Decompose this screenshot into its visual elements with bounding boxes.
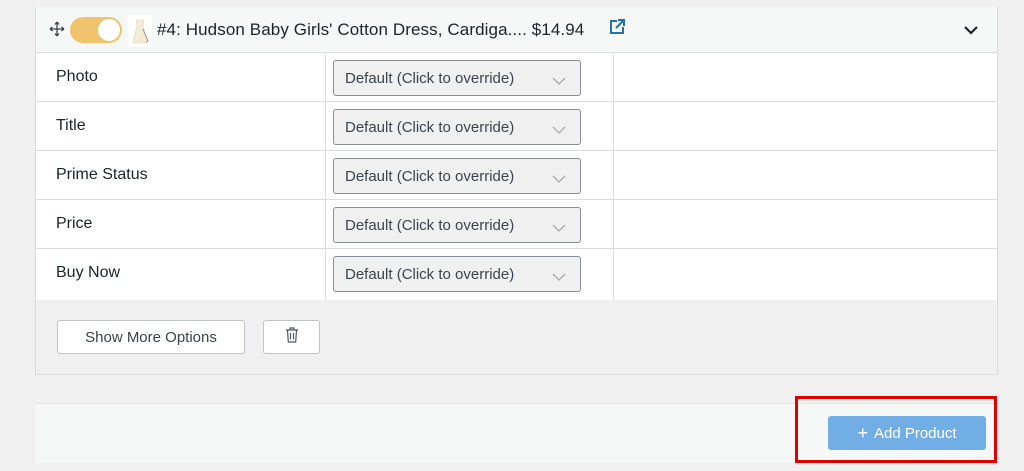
product-thumbnail xyxy=(128,15,152,47)
trash-icon xyxy=(285,326,299,348)
chevron-down-icon xyxy=(552,122,566,134)
option-label: Title xyxy=(56,117,86,134)
move-icon[interactable] xyxy=(49,21,65,37)
chevron-down-icon xyxy=(552,171,566,183)
option-label: Photo xyxy=(56,68,98,85)
chevron-down-icon xyxy=(552,220,566,232)
product-panel: #4: Hudson Baby Girls' Cotton Dress, Car… xyxy=(35,7,998,375)
product-enabled-toggle[interactable] xyxy=(70,17,122,43)
option-row-price: Price Default (Click to override) xyxy=(36,200,997,249)
option-row-title: Title Default (Click to override) xyxy=(36,102,997,151)
chevron-down-icon xyxy=(552,73,566,85)
option-label: Price xyxy=(56,215,93,232)
highlight-box xyxy=(795,396,997,463)
option-row-buy-now: Buy Now Default (Click to override) xyxy=(36,249,997,298)
external-link-icon[interactable] xyxy=(607,17,627,37)
chevron-down-icon xyxy=(552,269,566,281)
select-value: Default (Click to override) xyxy=(345,70,515,87)
display-options-table: Photo Default (Click to override) Title … xyxy=(36,53,997,300)
prime-status-override-select[interactable]: Default (Click to override) xyxy=(333,158,581,194)
option-row-photo: Photo Default (Click to override) xyxy=(36,53,997,102)
toggle-knob xyxy=(98,19,120,41)
product-header: #4: Hudson Baby Girls' Cotton Dress, Car… xyxy=(36,7,997,53)
select-value: Default (Click to override) xyxy=(345,168,515,185)
photo-override-select[interactable]: Default (Click to override) xyxy=(333,60,581,96)
chevron-down-icon[interactable] xyxy=(961,20,981,40)
select-value: Default (Click to override) xyxy=(345,119,515,136)
price-override-select[interactable]: Default (Click to override) xyxy=(333,207,581,243)
option-row-prime-status: Prime Status Default (Click to override) xyxy=(36,151,997,200)
show-more-options-button[interactable]: Show More Options xyxy=(57,320,245,354)
product-title: #4: Hudson Baby Girls' Cotton Dress, Car… xyxy=(157,20,585,39)
select-value: Default (Click to override) xyxy=(345,217,515,234)
buy-now-override-select[interactable]: Default (Click to override) xyxy=(333,256,581,292)
option-label: Buy Now xyxy=(56,264,121,281)
title-override-select[interactable]: Default (Click to override) xyxy=(333,109,581,145)
select-value: Default (Click to override) xyxy=(345,266,515,283)
delete-product-button[interactable] xyxy=(263,320,320,354)
option-label: Prime Status xyxy=(56,166,148,183)
page: #4: Hudson Baby Girls' Cotton Dress, Car… xyxy=(0,0,1024,471)
